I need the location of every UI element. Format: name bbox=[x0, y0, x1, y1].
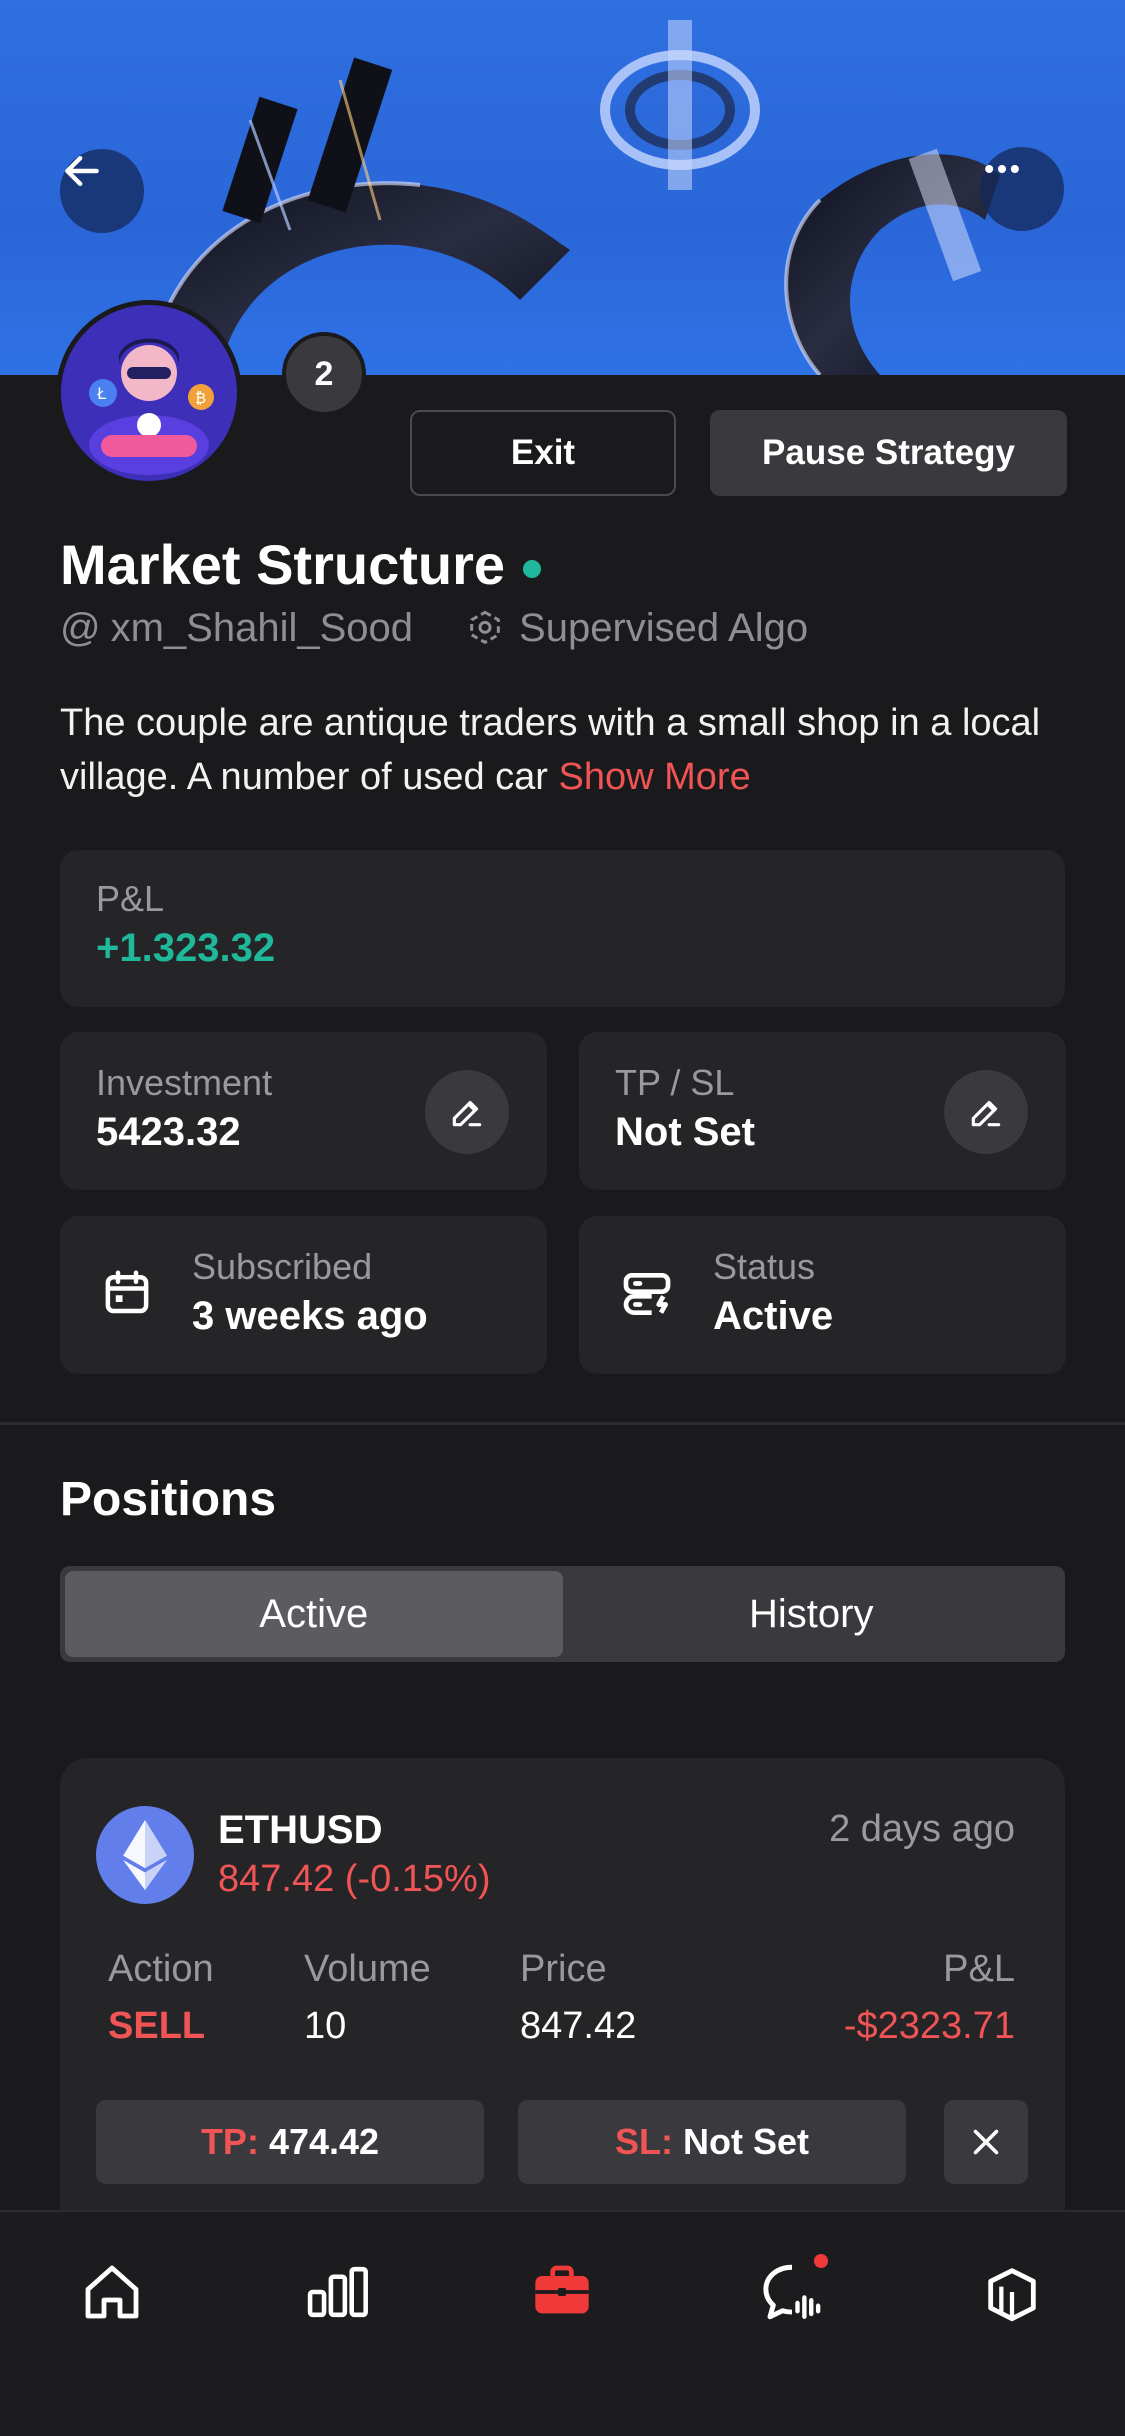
more-horizontal-icon bbox=[985, 164, 1019, 174]
volume-value: 10 bbox=[304, 2005, 347, 2047]
author-handle[interactable]: xm_Shahil_Sood bbox=[111, 606, 413, 651]
avatar-illustration: Ł ₿ bbox=[61, 305, 237, 481]
price-value: 847.42 bbox=[520, 2005, 637, 2047]
pl-label: P&L bbox=[96, 878, 165, 919]
chat-notification-dot bbox=[814, 2254, 828, 2268]
edit-icon bbox=[452, 1100, 482, 1127]
strategy-meta: @ xm_Shahil_Sood Supervised Algo bbox=[60, 606, 808, 651]
strategy-description: The couple are antique traders with a sm… bbox=[60, 696, 1070, 804]
position-symbol: ETHUSD bbox=[218, 1808, 383, 1852]
svg-text:₿: ₿ bbox=[195, 389, 206, 407]
nav-layers[interactable] bbox=[972, 2252, 1052, 2332]
status-card: Status Active bbox=[579, 1216, 1066, 1374]
edit-icon bbox=[971, 1100, 1001, 1127]
sl-value: Not Set bbox=[683, 2121, 809, 2162]
strategy-name: Market Structure bbox=[60, 533, 506, 596]
pause-strategy-button[interactable]: Pause Strategy bbox=[710, 410, 1067, 496]
subscribed-label: Subscribed bbox=[192, 1246, 373, 1287]
chat-icon bbox=[763, 2264, 821, 2320]
description-text: The couple are antique traders with a sm… bbox=[60, 702, 1041, 798]
bottom-navigation bbox=[0, 2210, 1125, 2436]
strategy-title: Market Structure bbox=[60, 532, 542, 597]
action-column: Action SELL bbox=[108, 1948, 214, 2048]
close-icon bbox=[973, 2129, 999, 2155]
investment-card: Investment 5423.32 bbox=[60, 1032, 547, 1190]
close-position-button[interactable] bbox=[944, 2100, 1028, 2184]
positions-tabs: Active History bbox=[60, 1566, 1065, 1662]
status-label: Status bbox=[713, 1246, 816, 1287]
subscribed-value: 3 weeks ago bbox=[192, 1294, 428, 1338]
algo-cube-icon bbox=[465, 609, 505, 649]
nav-portfolio[interactable] bbox=[522, 2252, 602, 2332]
server-status-icon bbox=[623, 1273, 671, 1315]
sl-key: SL: bbox=[615, 2121, 673, 2162]
position-pl-label: P&L bbox=[943, 1948, 1015, 1990]
tpsl-card: TP / SL Not Set bbox=[579, 1032, 1066, 1190]
pl-value: +1.323.32 bbox=[96, 926, 276, 970]
position-time: 2 days ago bbox=[829, 1808, 1015, 1850]
volume-column: Volume 10 bbox=[304, 1948, 431, 2048]
position-price-change: 847.42 (-0.15%) bbox=[218, 1858, 491, 1900]
position-card[interactable]: ETHUSD 847.42 (-0.15%) 2 days ago Action… bbox=[60, 1758, 1065, 2278]
edit-investment-button[interactable] bbox=[425, 1070, 509, 1154]
positions-title: Positions bbox=[60, 1473, 277, 1526]
tab-active[interactable]: Active bbox=[65, 1571, 563, 1657]
nav-charts[interactable] bbox=[298, 2252, 378, 2332]
volume-label: Volume bbox=[304, 1948, 431, 1990]
home-icon bbox=[85, 2265, 139, 2319]
calendar-icon bbox=[105, 1270, 149, 1314]
arrow-left-icon bbox=[65, 155, 99, 187]
pl-card: P&L +1.323.32 bbox=[60, 850, 1065, 1007]
ethereum-icon bbox=[96, 1806, 194, 1904]
take-profit-button[interactable]: TP: 474.42 bbox=[96, 2100, 484, 2184]
section-divider bbox=[0, 1422, 1125, 1425]
tab-history[interactable]: History bbox=[563, 1571, 1061, 1657]
at-sign-icon: @ bbox=[60, 606, 101, 650]
tp-key: TP: bbox=[200, 2121, 259, 2162]
action-label: Action bbox=[108, 1948, 214, 1990]
nav-chat[interactable] bbox=[752, 2252, 832, 2332]
edit-tpsl-button[interactable] bbox=[944, 1070, 1028, 1154]
svg-text:Ł: Ł bbox=[96, 384, 106, 403]
tp-value: 474.42 bbox=[268, 2121, 380, 2162]
show-more-link[interactable]: Show More bbox=[559, 756, 751, 798]
strategy-avatar: Ł ₿ bbox=[56, 300, 242, 486]
position-pl-value: -$2323.71 bbox=[843, 2005, 1015, 2047]
price-label: Price bbox=[520, 1948, 607, 1990]
status-value: Active bbox=[713, 1294, 834, 1338]
action-value: SELL bbox=[108, 2005, 206, 2047]
subscribed-card: Subscribed 3 weeks ago bbox=[60, 1216, 547, 1374]
subscriber-count-badge: 2 bbox=[282, 332, 366, 416]
nav-home[interactable] bbox=[72, 2252, 152, 2332]
more-options-button[interactable] bbox=[980, 147, 1064, 231]
position-pl-column: P&L -$2323.71 bbox=[844, 1948, 1015, 2048]
bar-chart-icon bbox=[307, 2266, 368, 2318]
exit-button[interactable]: Exit bbox=[410, 410, 676, 496]
online-status-dot bbox=[523, 559, 542, 578]
price-column: Price 847.42 bbox=[520, 1948, 636, 2048]
strategy-type: Supervised Algo bbox=[519, 606, 809, 650]
briefcase-icon bbox=[535, 2265, 589, 2314]
stop-loss-button[interactable]: SL: Not Set bbox=[518, 2100, 906, 2184]
back-button[interactable] bbox=[60, 149, 144, 233]
layers-icon bbox=[988, 2268, 1036, 2322]
